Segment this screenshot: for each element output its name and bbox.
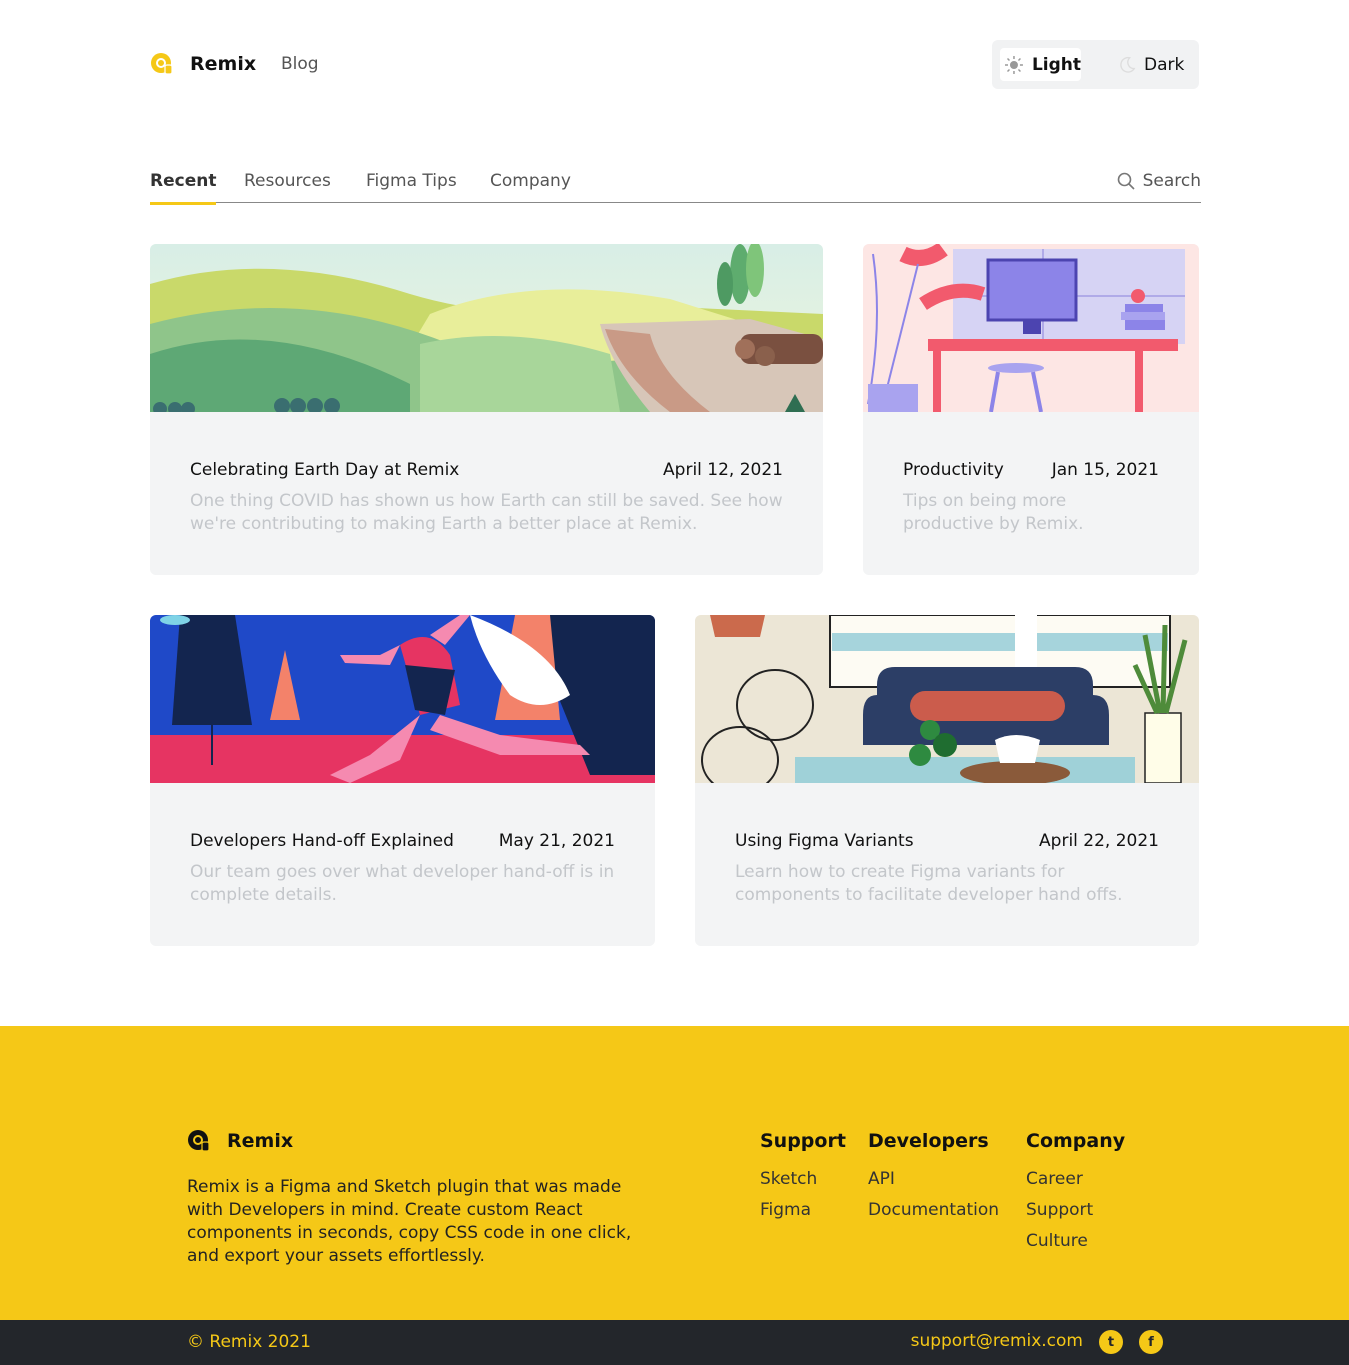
footer-link-api[interactable]: API: [868, 1168, 999, 1191]
footer-link-support[interactable]: Support: [1026, 1199, 1125, 1222]
theme-dark-option[interactable]: Dark: [1118, 48, 1184, 81]
search-button[interactable]: Search: [1117, 171, 1201, 191]
post-card-dev-handoff[interactable]: Developers Hand-off Explained May 21, 20…: [150, 615, 655, 946]
footer-link-sketch[interactable]: Sketch: [760, 1168, 846, 1191]
tab-recent[interactable]: Recent: [150, 171, 217, 205]
post-title[interactable]: Using Figma Variants: [735, 831, 914, 851]
post-card-figma-variants[interactable]: Using Figma Variants April 22, 2021 Lear…: [695, 615, 1199, 946]
search-icon: [1117, 172, 1135, 190]
footer-column-company: Company Career Support Culture: [1026, 1130, 1125, 1261]
search-label: Search: [1142, 171, 1201, 191]
footer-link-culture[interactable]: Culture: [1026, 1230, 1125, 1253]
footer-column-developers: Developers API Documentation: [868, 1130, 999, 1230]
site-footer: Remix Remix is a Figma and Sketch plugin…: [0, 1026, 1349, 1320]
sun-icon: [1004, 55, 1023, 74]
theme-toggle: Light Dark: [992, 40, 1199, 89]
twitter-glyph: t: [1107, 1334, 1115, 1350]
theme-light-label: Light: [1031, 54, 1081, 75]
copyright-text: © Remix 2021: [187, 1332, 311, 1352]
footer-brand-name: Remix: [227, 1130, 294, 1152]
tab-figma-tips[interactable]: Figma Tips: [366, 171, 457, 202]
post-description: One thing COVID has shown us how Earth c…: [190, 491, 783, 534]
remix-logo-icon: [151, 53, 173, 75]
post-date: May 21, 2021: [498, 831, 615, 851]
footer-column-support: Support Sketch Figma: [760, 1130, 846, 1230]
tab-resources[interactable]: Resources: [244, 171, 331, 202]
footer-link-figma[interactable]: Figma: [760, 1199, 846, 1222]
post-image-dev-handoff: [150, 615, 655, 783]
footer-brand[interactable]: Remix: [187, 1129, 293, 1153]
post-title[interactable]: Developers Hand-off Explained: [190, 831, 454, 851]
post-description: Our team goes over what developer hand-o…: [190, 862, 615, 905]
footer-column-heading: Company: [1026, 1130, 1126, 1152]
post-date: April 22, 2021: [1039, 831, 1159, 851]
post-description: Learn how to create Figma variants for c…: [735, 862, 1123, 905]
post-title[interactable]: Celebrating Earth Day at Remix: [190, 460, 459, 480]
remix-logo-icon: [188, 1130, 210, 1152]
post-date: Jan 15, 2021: [1051, 460, 1159, 480]
blog-nav-link[interactable]: Blog: [281, 54, 319, 74]
support-email-link[interactable]: support@remix.com: [911, 1331, 1083, 1351]
brand-logo[interactable]: Remix: [150, 52, 256, 76]
footer-description: Remix is a Figma and Sketch plugin that …: [187, 1177, 632, 1266]
post-card-productivity[interactable]: Productivity Jan 15, 2021 Tips on being …: [863, 244, 1199, 575]
category-tabs: Recent Resources Figma Tips Company Sear…: [150, 165, 1201, 205]
twitter-icon[interactable]: t: [1099, 1330, 1123, 1354]
footer-link-career[interactable]: Career: [1026, 1168, 1125, 1191]
footer-column-heading: Developers: [868, 1130, 989, 1152]
footer-column-heading: Support: [760, 1130, 846, 1152]
post-image-figma-variants: [695, 615, 1199, 783]
moon-icon: [1120, 56, 1136, 73]
post-image-earth-day: [150, 244, 823, 412]
post-date: April 12, 2021: [663, 460, 783, 480]
facebook-glyph: f: [1148, 1334, 1154, 1350]
facebook-icon[interactable]: f: [1139, 1330, 1163, 1354]
post-description: Tips on being more productive by Remix.: [903, 491, 1084, 534]
tab-company[interactable]: Company: [490, 171, 571, 202]
post-image-productivity: [863, 244, 1199, 412]
post-card-earth-day[interactable]: Celebrating Earth Day at Remix April 12,…: [150, 244, 823, 575]
brand-name: Remix: [190, 53, 257, 75]
theme-dark-label: Dark: [1144, 54, 1185, 75]
post-title[interactable]: Productivity: [903, 460, 1004, 480]
site-header: Remix Blog Light Dark: [150, 40, 1199, 90]
theme-light-option[interactable]: Light: [1000, 48, 1081, 81]
footer-link-documentation[interactable]: Documentation: [868, 1199, 999, 1222]
footer-bottom-bar: © Remix 2021 support@remix.com t f: [0, 1320, 1349, 1365]
